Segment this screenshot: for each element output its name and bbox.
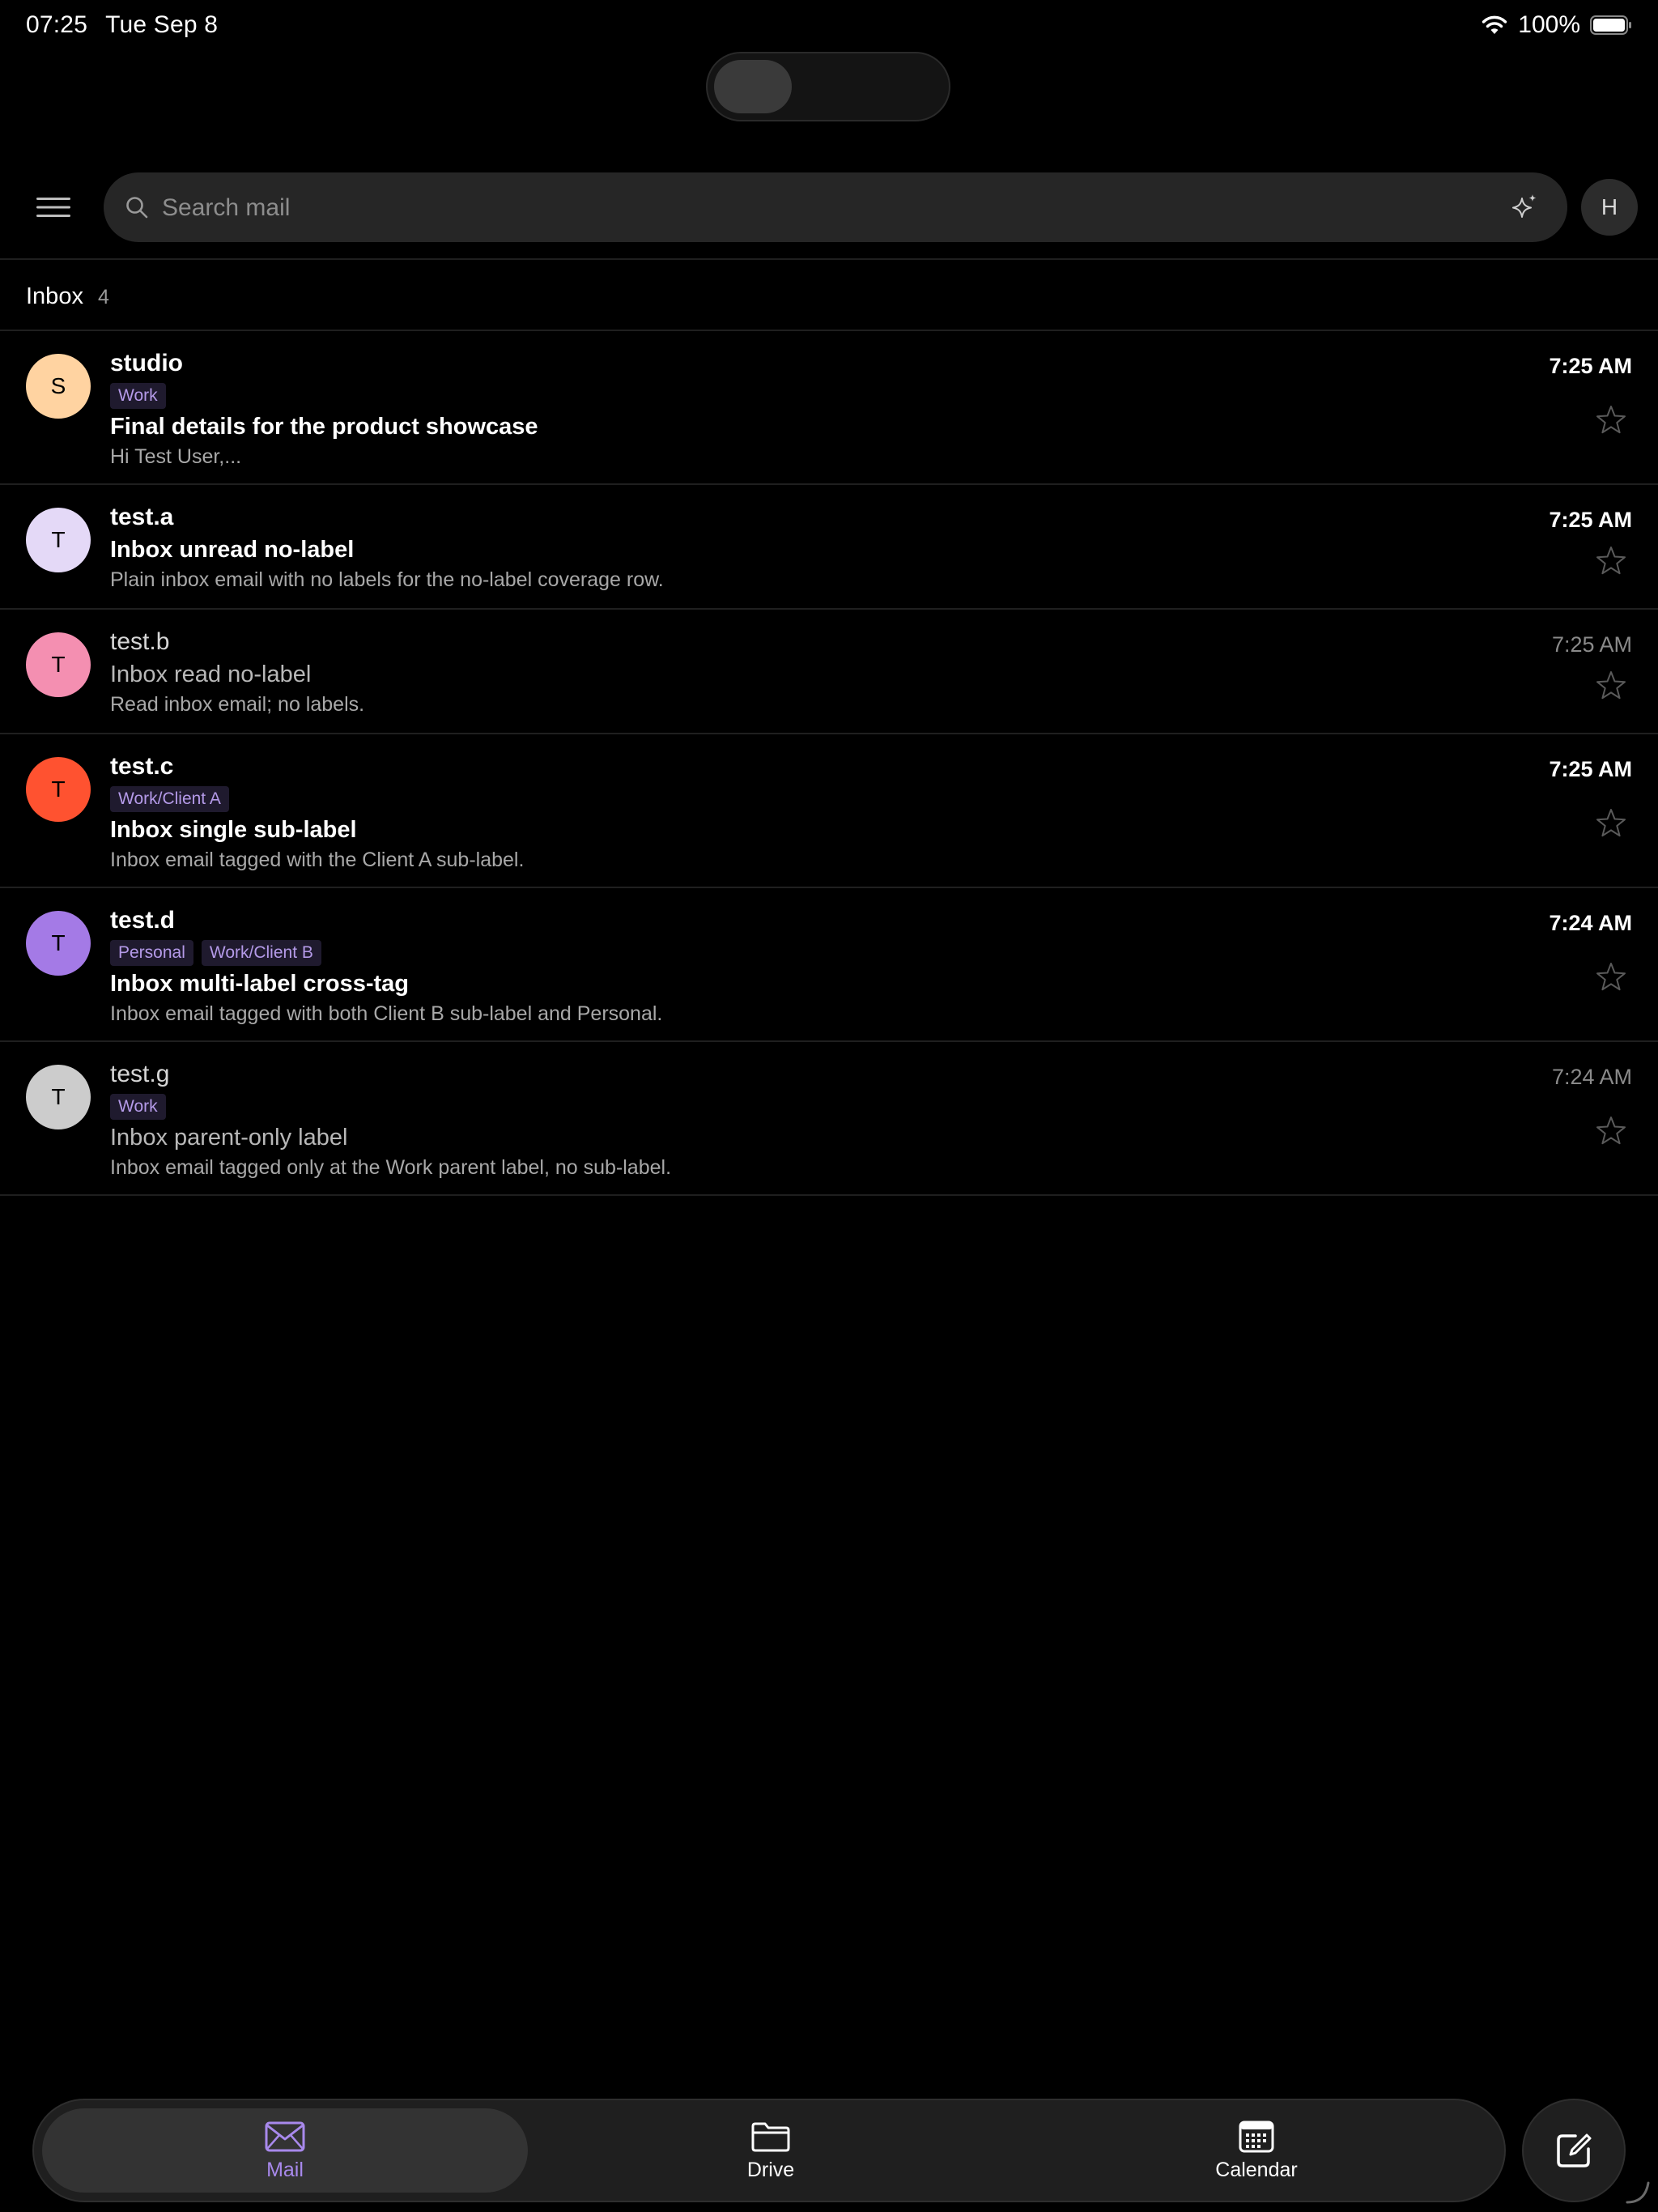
mode-toggle[interactable] bbox=[706, 52, 950, 121]
compose-icon bbox=[1557, 2133, 1592, 2167]
account-avatar[interactable]: H bbox=[1581, 179, 1638, 236]
star-icon[interactable] bbox=[1595, 1115, 1627, 1147]
compose-button[interactable] bbox=[1522, 2099, 1626, 2202]
search-input[interactable] bbox=[160, 172, 1475, 244]
star-icon[interactable] bbox=[1595, 961, 1627, 993]
calendar-icon bbox=[1239, 2121, 1274, 2152]
email-label-chip: Personal bbox=[110, 940, 193, 966]
email-time: 7:25 AM bbox=[1549, 354, 1632, 378]
email-snippet: Read inbox email; no labels. bbox=[110, 693, 365, 716]
battery-icon bbox=[1590, 15, 1631, 35]
email-subject: Inbox read no-label bbox=[110, 661, 312, 687]
email-label-chip: Work/Client A bbox=[110, 786, 229, 812]
wifi-icon bbox=[1482, 15, 1507, 34]
sender-avatar: T bbox=[26, 508, 91, 572]
folder-icon bbox=[751, 2122, 790, 2151]
email-time: 7:25 AM bbox=[1549, 508, 1632, 532]
email-sender: test.a bbox=[110, 504, 174, 530]
email-label-chip: Work/Client B bbox=[201, 940, 321, 966]
email-row[interactable]: Ttest.c Work/Client A Inbox single sub-lab… bbox=[0, 734, 1658, 888]
email-sender: test.g bbox=[110, 1061, 170, 1087]
email-content: studio Work Final details for the product … bbox=[110, 349, 1537, 469]
battery-percent: 100% bbox=[1518, 11, 1580, 38]
header-divider bbox=[0, 258, 1658, 260]
email-content: test.g Work Inbox parent-only label Inbox e… bbox=[110, 1060, 1537, 1180]
inbox-title: Inbox bbox=[26, 283, 83, 309]
inbox-header: Inbox 4 bbox=[26, 283, 109, 310]
star-icon[interactable] bbox=[1595, 545, 1627, 577]
email-row[interactable]: Sstudio Work Final details for the product… bbox=[0, 331, 1658, 485]
search-bar[interactable] bbox=[104, 172, 1567, 244]
sender-avatar: T bbox=[26, 911, 91, 976]
email-content: test.a Inbox unread no-label Plain inbox e… bbox=[110, 503, 1537, 592]
email-labels: Work bbox=[110, 383, 1537, 409]
resize-corner-icon bbox=[1626, 2181, 1650, 2204]
email-snippet: Plain inbox email with no labels for the… bbox=[110, 568, 664, 591]
email-row[interactable]: Ttest.d Personal Work/Client B Inbox multi-… bbox=[0, 888, 1658, 1042]
email-sender: test.b bbox=[110, 628, 170, 655]
email-content: test.d Personal Work/Client B Inbox multi-l… bbox=[110, 906, 1537, 1026]
email-subject: Inbox unread no-label bbox=[110, 537, 355, 563]
email-row[interactable]: Ttest.a Inbox unread no-label Plain inbox … bbox=[0, 485, 1658, 610]
email-time: 7:24 AM bbox=[1551, 1065, 1632, 1089]
email-labels: Work bbox=[110, 1094, 1537, 1120]
sender-avatar: T bbox=[26, 632, 91, 697]
email-time: 7:25 AM bbox=[1551, 632, 1632, 657]
star-icon[interactable] bbox=[1595, 670, 1627, 702]
email-row[interactable]: Ttest.g Work Inbox parent-only label Inbox … bbox=[0, 1042, 1658, 1196]
email-labels: Work/Client A bbox=[110, 786, 1537, 812]
menu-button[interactable] bbox=[31, 185, 76, 230]
search-icon bbox=[126, 197, 148, 219]
email-snippet: Hi Test User,... bbox=[110, 445, 242, 468]
tab-calendar[interactable]: Calendar bbox=[1014, 2108, 1499, 2193]
status-date: Tue Sep 8 bbox=[105, 11, 219, 38]
star-icon[interactable] bbox=[1595, 807, 1627, 840]
tab-drive[interactable]: Drive bbox=[528, 2108, 1014, 2193]
status-indicators: 100% bbox=[1481, 11, 1632, 39]
email-label-chip: Work bbox=[110, 1094, 166, 1120]
email-subject: Inbox parent-only label bbox=[110, 1125, 348, 1151]
sender-avatar: S bbox=[26, 354, 91, 419]
email-subject: Inbox single sub-label bbox=[110, 817, 357, 843]
tab-mail-label: Mail bbox=[266, 2158, 304, 2181]
tab-calendar-label: Calendar bbox=[1215, 2158, 1298, 2181]
envelope-icon bbox=[265, 2121, 305, 2151]
tab-drive-label: Drive bbox=[746, 2158, 795, 2181]
email-time: 7:25 AM bbox=[1549, 757, 1632, 781]
email-sender: test.d bbox=[110, 907, 176, 934]
sender-avatar: T bbox=[26, 757, 91, 822]
email-time: 7:24 AM bbox=[1549, 911, 1632, 935]
email-snippet: Inbox email tagged only at the Work pare… bbox=[110, 1156, 672, 1179]
status-time: 07:25 bbox=[26, 11, 88, 38]
mode-toggle-knob[interactable] bbox=[714, 60, 792, 113]
sender-avatar: T bbox=[26, 1065, 91, 1129]
hamburger-icon bbox=[36, 198, 70, 217]
email-subject: Final details for the product showcase bbox=[110, 414, 538, 440]
status-time-date: 07:25 Tue Sep 8 bbox=[26, 11, 236, 39]
tab-mail[interactable]: Mail bbox=[42, 2108, 528, 2193]
email-sender: studio bbox=[110, 350, 183, 376]
email-row[interactable]: Ttest.b Inbox read no-label Read inbox ema… bbox=[0, 610, 1658, 734]
email-snippet: Inbox email tagged with both Client B su… bbox=[110, 1002, 663, 1025]
email-list: Sstudio Work Final details for the product… bbox=[0, 331, 1658, 1196]
inbox-unread-count: 4 bbox=[97, 286, 109, 308]
email-snippet: Inbox email tagged with the Client A sub… bbox=[110, 849, 525, 871]
bottom-tab-bar: Mail Drive Calendar bbox=[32, 2099, 1506, 2202]
star-icon[interactable] bbox=[1595, 404, 1627, 436]
status-bar: 07:25 Tue Sep 8 100% bbox=[0, 0, 1658, 52]
email-label-chip: Work bbox=[110, 383, 166, 409]
email-labels: Personal Work/Client B bbox=[110, 940, 1537, 966]
email-subject: Inbox multi-label cross-tag bbox=[110, 971, 409, 997]
email-content: test.b Inbox read no-label Read inbox emai… bbox=[110, 627, 1537, 717]
sparkle-icon[interactable] bbox=[1509, 192, 1540, 223]
email-content: test.c Work/Client A Inbox single sub-labe… bbox=[110, 752, 1537, 872]
email-sender: test.c bbox=[110, 753, 174, 780]
